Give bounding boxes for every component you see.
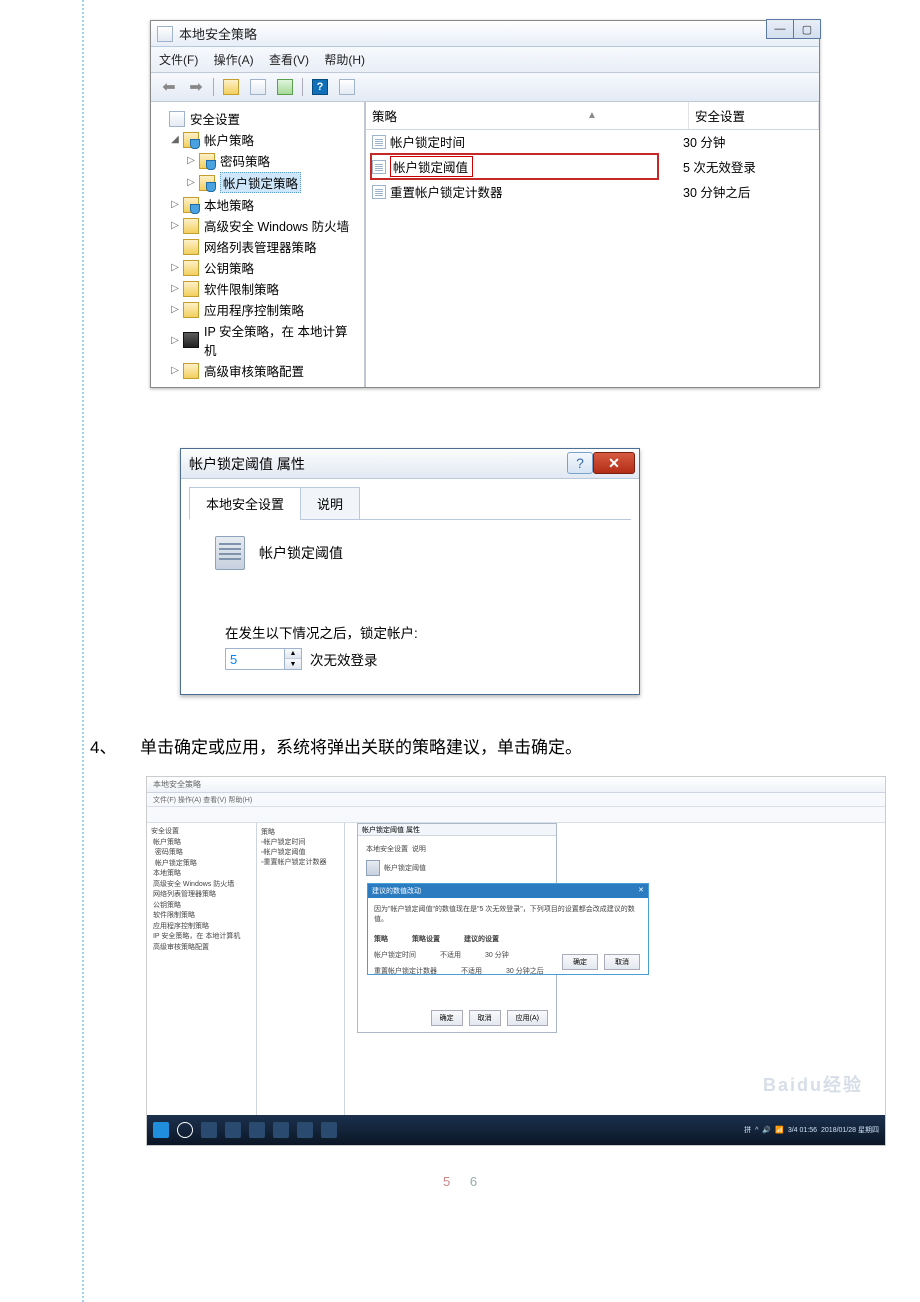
divider xyxy=(213,78,214,96)
dialog-close-button[interactable]: ✕ xyxy=(593,452,635,474)
page-5: 5 xyxy=(443,1174,450,1189)
tree-appctrl[interactable]: ▷应用程序控制策略 xyxy=(155,299,360,320)
menu-view[interactable]: 查看(V) xyxy=(269,53,309,67)
s3-apply-button[interactable]: 应用(A) xyxy=(507,1010,548,1026)
page-6: 6 xyxy=(470,1174,477,1189)
policy-icon xyxy=(372,185,386,199)
tree-account-policy[interactable]: ◢帐户策略 xyxy=(155,129,360,150)
task-icon[interactable] xyxy=(273,1122,289,1138)
tree-ipsec[interactable]: ▷IP 安全策略，在 本地计算机 xyxy=(155,320,360,360)
dialog-title: 帐户锁定阈值 属性 xyxy=(189,454,305,474)
dialog-help-button[interactable]: ? xyxy=(567,452,593,474)
s3-window-title: 本地安全策略 xyxy=(147,777,885,793)
up-button[interactable] xyxy=(219,76,243,98)
help-button[interactable]: ? xyxy=(308,76,332,98)
threshold-heading: 帐户锁定阈值 xyxy=(259,543,343,563)
menu-file[interactable]: 文件(F) xyxy=(159,53,198,67)
tree-root[interactable]: 安全设置 xyxy=(155,108,360,129)
tool-bar: ⬅ ➡ ? xyxy=(151,73,819,102)
title-bar: 本地安全策略 — ▢ xyxy=(151,21,819,47)
step-text: 单击确定或应用，系统将弹出关联的策略建议，单击确定。 xyxy=(140,733,582,758)
tab-local-security[interactable]: 本地安全设置 xyxy=(189,487,301,520)
menu-action[interactable]: 操作(A) xyxy=(214,53,254,67)
col-policy[interactable]: 策略▲ xyxy=(366,102,689,129)
properties-icon[interactable] xyxy=(335,76,359,98)
threshold-spinner: ▲ ▼ 次无效登录 xyxy=(225,648,378,670)
dialog-tabs: 本地安全设置 说明 xyxy=(189,487,631,520)
spin-up-button[interactable]: ▲ xyxy=(285,649,301,659)
screenshot-3: 本地安全策略 文件(F) 操作(A) 查看(V) 帮助(H) 安全设置 帐户策略… xyxy=(146,776,886,1146)
s3-suggestion-dialog: 建议的数值改动✕ 因为"帐户锁定阈值"的数值现在是"5 次无效登录"，下列项目的… xyxy=(367,883,649,975)
threshold-icon xyxy=(215,536,245,570)
watermark: Baidu经验 xyxy=(763,1071,863,1097)
s3-inner-cancel[interactable]: 取消 xyxy=(604,954,640,970)
back-button[interactable]: ⬅ xyxy=(157,76,181,98)
threshold-input[interactable] xyxy=(225,648,285,670)
minimize-button[interactable]: — xyxy=(766,19,794,39)
tree-software[interactable]: ▷软件限制策略 xyxy=(155,278,360,299)
divider xyxy=(302,78,303,96)
cortana-icon[interactable] xyxy=(177,1122,193,1138)
dialog-title-bar: 帐户锁定阈值 属性 ? ✕ xyxy=(181,449,639,479)
step-number: 4、 xyxy=(90,733,114,758)
tree-netlist[interactable]: 网络列表管理器策略 xyxy=(155,236,360,257)
lockout-threshold-dialog: 帐户锁定阈值 属性 ? ✕ 本地安全设置 说明 帐户锁定阈值 在发生以下情况之后… xyxy=(180,448,640,695)
s3-menu: 文件(F) 操作(A) 查看(V) 帮助(H) xyxy=(147,793,885,807)
tree-pubkey[interactable]: ▷公钥策略 xyxy=(155,257,360,278)
maximize-button[interactable]: ▢ xyxy=(793,19,821,39)
step-4: 4、 单击确定或应用，系统将弹出关联的策略建议，单击确定。 xyxy=(90,733,830,758)
task-icon[interactable] xyxy=(321,1122,337,1138)
spin-down-button[interactable]: ▼ xyxy=(285,659,301,669)
menu-help[interactable]: 帮助(H) xyxy=(324,53,365,67)
local-security-policy-window: 本地安全策略 — ▢ 文件(F) 操作(A) 查看(V) 帮助(H) ⬅ ➡ ? xyxy=(150,20,820,388)
task-icon[interactable] xyxy=(225,1122,241,1138)
start-button[interactable] xyxy=(153,1122,169,1138)
list-row[interactable]: 帐户锁定时间 30 分钟 xyxy=(366,130,819,154)
col-security[interactable]: 安全设置 xyxy=(689,102,819,129)
policy-icon xyxy=(372,135,386,149)
s3-list: 策略 ▫帐户锁定时间 ▫帐户锁定阈值 ▫重置帐户锁定计数器 xyxy=(257,823,345,1115)
list-icon[interactable] xyxy=(246,76,270,98)
policy-icon xyxy=(372,160,386,174)
list-row[interactable]: 重置帐户锁定计数器 30 分钟之后 xyxy=(366,180,819,204)
s3-cancel-button[interactable]: 取消 xyxy=(469,1010,501,1026)
task-icon[interactable] xyxy=(201,1122,217,1138)
s3-inner-ok[interactable]: 确定 xyxy=(562,954,598,970)
tree-password-policy[interactable]: ▷密码策略 xyxy=(155,150,360,171)
list-header: 策略▲ 安全设置 xyxy=(366,102,819,130)
s3-toolbar xyxy=(147,807,885,823)
export-icon[interactable] xyxy=(273,76,297,98)
threshold-description: 在发生以下情况之后，锁定帐户: xyxy=(225,622,613,642)
tree-audit[interactable]: ▷高级审核策略配置 xyxy=(155,360,360,381)
tree-lockout-policy[interactable]: ▷帐户锁定策略 xyxy=(155,171,360,194)
window-title: 本地安全策略 xyxy=(179,24,257,43)
app-icon xyxy=(157,26,173,42)
threshold-suffix: 次无效登录 xyxy=(310,649,378,669)
tree-pane: 安全设置 ◢帐户策略 ▷密码策略 ▷帐户锁定策略 ▷本地策略 ▷高级安全 Win… xyxy=(151,102,366,387)
page-numbers: 5 6 xyxy=(90,1174,830,1189)
task-icon[interactable] xyxy=(297,1122,313,1138)
s3-tree: 安全设置 帐户策略 密码策略 帐户锁定策略 本地策略 高级安全 Windows … xyxy=(147,823,257,1115)
task-icon[interactable] xyxy=(249,1122,265,1138)
list-pane: 策略▲ 安全设置 帐户锁定时间 30 分钟 帐户锁定阈值 5 次无效登录 重置帐… xyxy=(366,102,819,387)
tab-explain[interactable]: 说明 xyxy=(300,487,360,520)
s3-ok-button[interactable]: 确定 xyxy=(431,1010,463,1026)
menu-bar: 文件(F) 操作(A) 查看(V) 帮助(H) xyxy=(151,47,819,73)
list-row-selected[interactable]: 帐户锁定阈值 5 次无效登录 xyxy=(366,154,819,180)
taskbar: 拼^🔊📶 3/4 01:56 2018/01/28 星期四 xyxy=(147,1115,885,1145)
forward-button[interactable]: ➡ xyxy=(184,76,208,98)
tree-firewall[interactable]: ▷高级安全 Windows 防火墙 xyxy=(155,215,360,236)
tree-local-policy[interactable]: ▷本地策略 xyxy=(155,194,360,215)
